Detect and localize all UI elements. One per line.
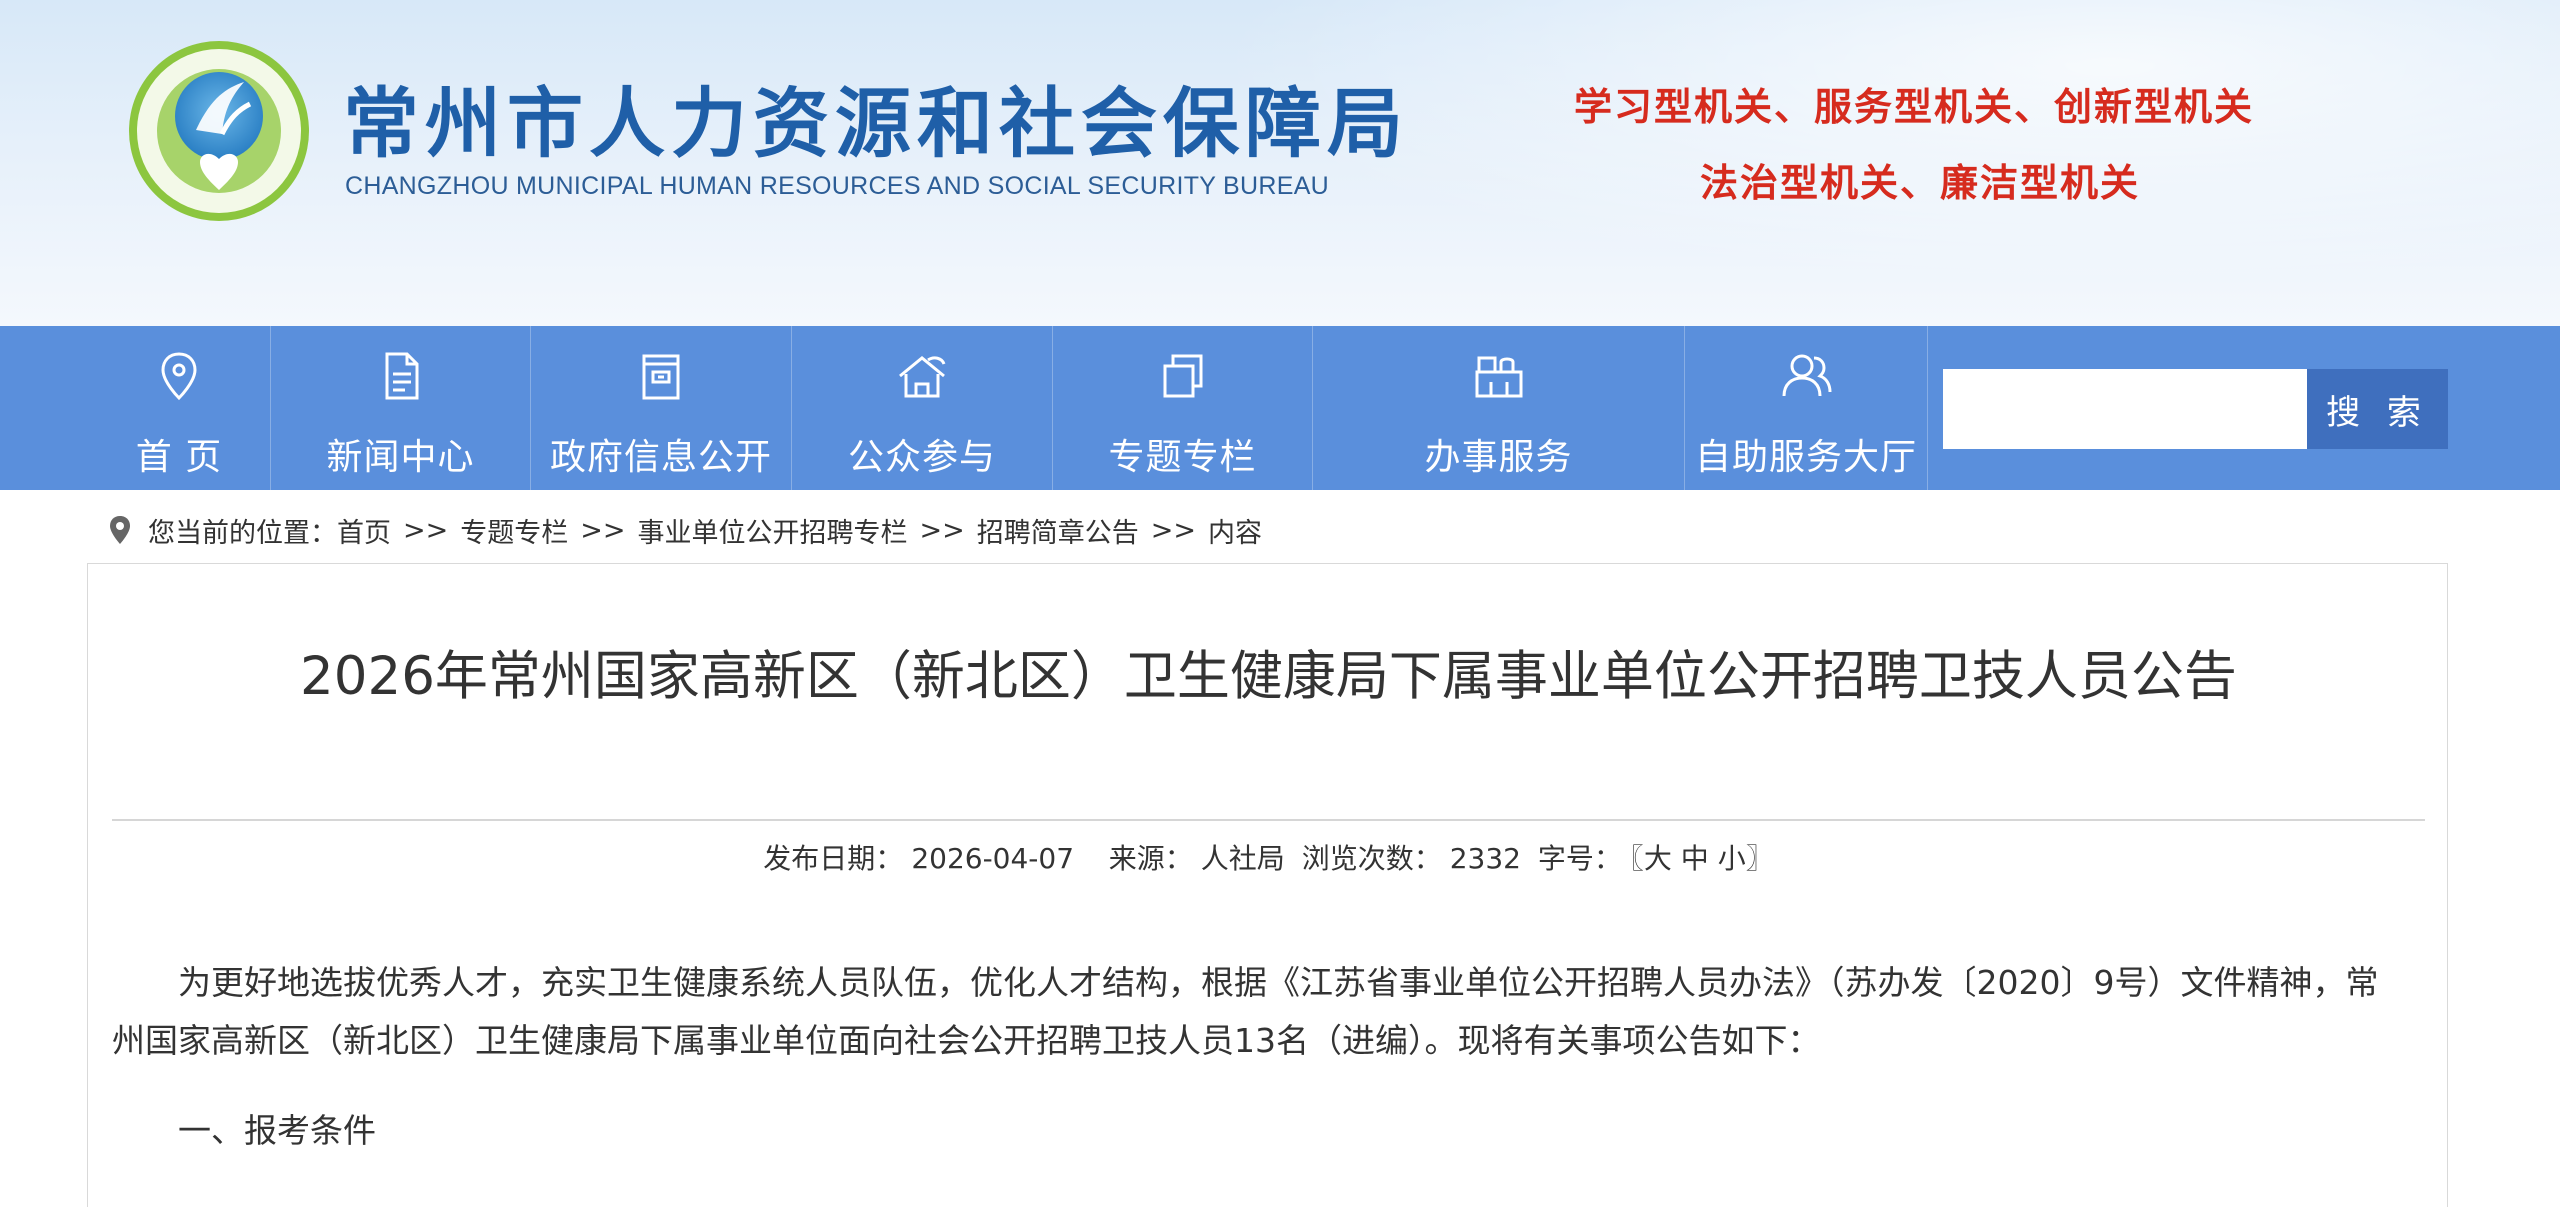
article-meta: 发布日期： 2026-04-07 来源： 人社局 浏览次数： 2332 字号： 〖大 中… — [88, 834, 2449, 884]
slogan-line-1: 学习型机关、服务型机关、创新型机关 — [1574, 84, 2255, 129]
document-icon — [385, 352, 418, 400]
site-header: 常州市人力资源和社会保障局 CHANGZHOU MUNICIPAL HUMAN … — [0, 0, 2560, 326]
breadcrumb-separator: >> — [403, 514, 449, 546]
archive-icon — [642, 354, 680, 400]
nav-item-home[interactable]: 首 页 — [88, 326, 271, 490]
breadcrumb-link-announcements[interactable]: 招聘简章公告 — [977, 511, 1139, 550]
nav-label-news: 新闻中心 — [326, 437, 475, 478]
user-icon — [1782, 354, 1832, 397]
title-divider — [112, 819, 2425, 821]
site-subtitle: CHANGZHOU MUNICIPAL HUMAN RESOURCES AND … — [345, 172, 1330, 200]
views-count: 2332 — [1449, 842, 1521, 875]
nav-item-gov-info[interactable]: 政府信息公开 — [531, 326, 792, 490]
home-icon — [899, 356, 946, 398]
site-title: 常州市人力资源和社会保障局 — [343, 79, 1409, 168]
font-size-label: 字号： — [1537, 842, 1622, 875]
nav-label-gov-info: 政府信息公开 — [549, 437, 772, 478]
publish-date: 2026-04-07 — [911, 842, 1075, 875]
copy-icon — [1163, 354, 1202, 398]
nav-item-self-service[interactable]: 自助服务大厅 — [1685, 326, 1928, 490]
breadcrumb-separator: >> — [1150, 514, 1196, 546]
search-input[interactable] — [1943, 369, 2307, 449]
nav-item-news[interactable]: 新闻中心 — [271, 326, 531, 490]
font-size-switcher[interactable]: 〖大 中 小〗 — [1630, 842, 1774, 875]
nav-label-home: 首 页 — [135, 437, 223, 478]
breadcrumb-prefix: 您当前的位置： — [148, 517, 337, 549]
breadcrumb: 您当前的位置： 首页 >> 专题专栏 >> 事业单位公开招聘专栏 >> 招聘简章… — [108, 510, 1262, 550]
breadcrumb-link-home[interactable]: 首页 — [337, 511, 391, 550]
location-pin-icon — [161, 352, 197, 401]
nav-label-self-service: 自助服务大厅 — [1694, 437, 1917, 478]
bureau-logo-icon[interactable] — [126, 38, 312, 224]
nav-item-topics[interactable]: 专题专栏 — [1053, 326, 1313, 490]
nav-item-services[interactable]: 办事服务 — [1313, 326, 1685, 490]
article-title: 2026年常州国家高新区（新北区）卫生健康局下属事业单位公开招聘卫技人员公告 — [300, 646, 2237, 707]
location-pin-icon — [110, 516, 130, 544]
breadcrumb-link-recruitment-column[interactable]: 事业单位公开招聘专栏 — [638, 511, 908, 550]
section-heading: 一、报考条件 — [178, 1111, 376, 1150]
search-button[interactable]: 搜 索 — [2307, 369, 2448, 449]
breadcrumb-link-topics[interactable]: 专题专栏 — [460, 511, 568, 550]
slogan-line-2: 法治型机关、廉洁型机关 — [1700, 160, 2141, 205]
nav-label-services: 办事服务 — [1424, 437, 1573, 478]
source-label: 来源： — [1108, 842, 1193, 875]
article-panel: 2026年常州国家高新区（新北区）卫生健康局下属事业单位公开招聘卫技人员公告 发… — [87, 563, 2448, 1207]
article-paragraph: 为更好地选拔优秀人才，充实卫生健康系统人员队伍，优化人才结构，根据《江苏省事业单… — [112, 963, 2379, 1060]
breadcrumb-separator: >> — [919, 514, 965, 546]
publish-date-label: 发布日期： — [763, 842, 904, 875]
views-label: 浏览次数： — [1301, 842, 1442, 875]
nav-label-public: 公众参与 — [847, 437, 996, 478]
nav-label-topics: 专题专栏 — [1108, 437, 1257, 478]
source-value: 人社局 — [1200, 842, 1285, 875]
service-icon — [1475, 356, 1522, 398]
nav-item-public[interactable]: 公众参与 — [792, 326, 1053, 490]
breadcrumb-current: 内容 — [1208, 517, 1262, 549]
breadcrumb-separator: >> — [580, 514, 626, 546]
